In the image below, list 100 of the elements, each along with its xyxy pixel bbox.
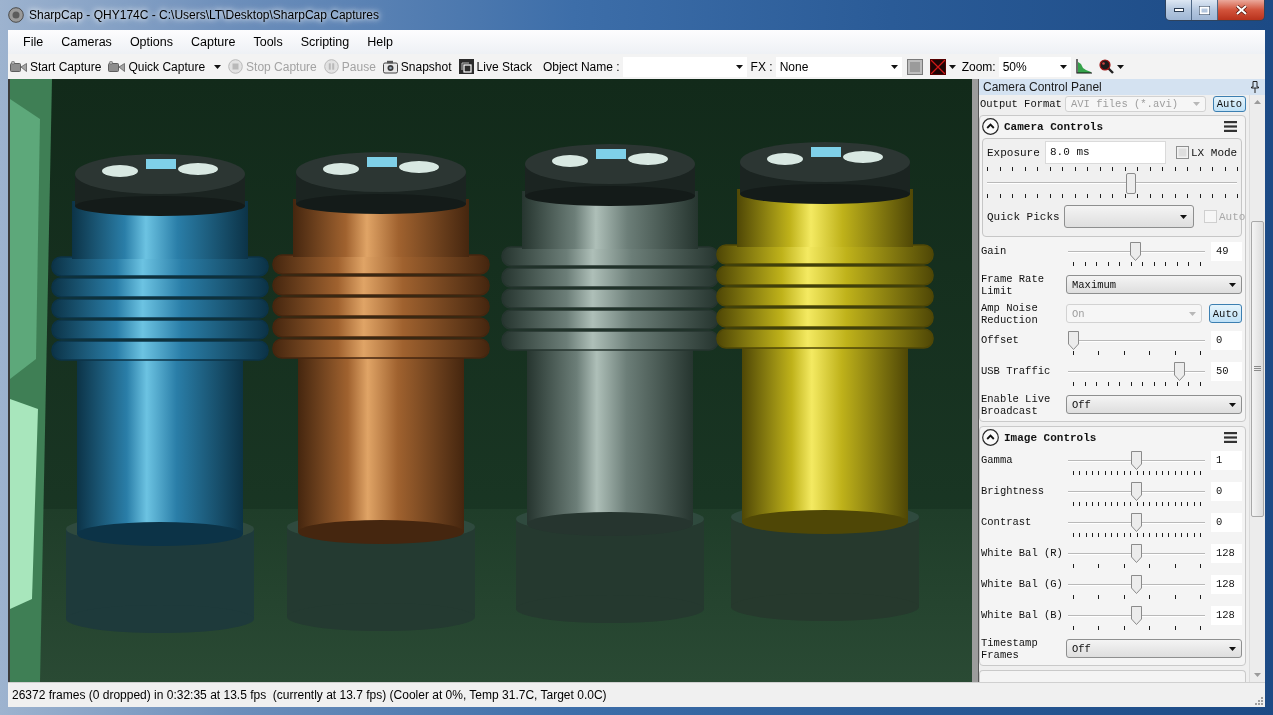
window-title: SharpCap - QHY174C - C:\Users\LT\Desktop\SharpCap Captures bbox=[29, 8, 379, 22]
slider-thumb[interactable] bbox=[1129, 242, 1141, 261]
resize-grip-icon[interactable] bbox=[1253, 695, 1263, 705]
stack-icon bbox=[458, 59, 474, 74]
close-button[interactable] bbox=[1218, 0, 1264, 20]
slider-track[interactable] bbox=[1068, 575, 1205, 594]
slider-thumb[interactable] bbox=[1131, 544, 1142, 563]
exposure-field[interactable]: 8.0 ms bbox=[1045, 141, 1166, 164]
menu-item[interactable]: Cameras bbox=[52, 32, 121, 52]
slider-thumb[interactable] bbox=[1173, 362, 1185, 381]
checkbox-label: Auto bbox=[1219, 210, 1246, 223]
dropdown[interactable]: Off bbox=[1066, 395, 1242, 414]
menu-icon[interactable] bbox=[1224, 432, 1237, 443]
value-field[interactable]: 0 bbox=[1211, 513, 1242, 532]
value-field[interactable]: 1 bbox=[1211, 451, 1242, 470]
menu-item[interactable]: Scripting bbox=[291, 32, 359, 52]
zoom-dropdown[interactable]: 50% bbox=[998, 56, 1071, 77]
object-name-field[interactable] bbox=[622, 56, 747, 77]
scroll-up-icon[interactable] bbox=[1254, 100, 1261, 104]
group-title: Image Controls bbox=[1004, 431, 1097, 444]
slider-thumb[interactable] bbox=[1131, 451, 1142, 470]
control-label: Frame Rate Limit bbox=[981, 272, 1045, 297]
value-field[interactable]: 50 bbox=[1211, 362, 1242, 381]
slider-thumb[interactable] bbox=[1068, 331, 1079, 350]
caret-icon bbox=[890, 64, 898, 69]
slider-track[interactable] bbox=[1068, 544, 1205, 563]
pin-icon[interactable] bbox=[1251, 81, 1259, 93]
slider-thumb[interactable] bbox=[1131, 513, 1142, 532]
swatch-icon bbox=[906, 58, 923, 75]
collapse-icon[interactable] bbox=[982, 429, 999, 446]
group-title: Camera Controls bbox=[1004, 120, 1104, 133]
control-label: USB Traffic bbox=[981, 364, 1052, 377]
slider-thumb[interactable] bbox=[1131, 606, 1142, 625]
control-label: Output Format bbox=[980, 98, 1063, 110]
value-field[interactable]: 128 bbox=[1211, 606, 1242, 625]
stop-icon bbox=[228, 59, 244, 74]
collapse-icon[interactable] bbox=[982, 118, 999, 135]
value-field[interactable]: 128 bbox=[1211, 544, 1242, 563]
caret-icon bbox=[1116, 64, 1124, 69]
toolbar-button[interactable]: Snapshot bbox=[382, 55, 454, 78]
close-icon bbox=[1235, 5, 1247, 15]
minimize-button[interactable] bbox=[1166, 0, 1192, 20]
dropdown[interactable]: Off bbox=[1066, 639, 1242, 658]
object-name-label: Object Name : bbox=[542, 59, 620, 74]
caret-icon bbox=[1229, 282, 1236, 287]
value-field[interactable]: 0 bbox=[1211, 331, 1242, 350]
toolbar-button[interactable]: Start Capture bbox=[10, 55, 104, 78]
menu-item[interactable]: Help bbox=[358, 32, 402, 52]
swatch-button[interactable] bbox=[904, 56, 925, 77]
scroll-down-icon[interactable] bbox=[1254, 673, 1261, 677]
caret-icon bbox=[1229, 646, 1236, 651]
slider-thumb[interactable] bbox=[1125, 173, 1136, 194]
slider-track[interactable] bbox=[1068, 331, 1205, 350]
toolbar-button[interactable]: Quick Capture bbox=[108, 55, 224, 78]
slider-thumb[interactable] bbox=[1131, 482, 1142, 501]
toolbar-button[interactable]: Live Stack bbox=[458, 55, 534, 78]
slider-track[interactable] bbox=[1068, 513, 1205, 532]
menu-item[interactable]: Capture bbox=[181, 32, 245, 52]
crossed-square-icon bbox=[929, 58, 946, 75]
scrollbar-thumb[interactable] bbox=[1251, 221, 1264, 517]
slider-track[interactable] bbox=[1068, 362, 1205, 381]
maximize-icon bbox=[1199, 5, 1210, 15]
auto-button[interactable]: Auto bbox=[1212, 96, 1246, 112]
caret-icon bbox=[1229, 402, 1236, 407]
video-camera-icon bbox=[10, 60, 27, 73]
slider-track[interactable] bbox=[987, 173, 1237, 194]
caret-icon bbox=[214, 64, 222, 69]
caret-icon bbox=[735, 64, 743, 69]
slider-track[interactable] bbox=[1068, 242, 1205, 261]
control-label: White Bal (B) bbox=[981, 608, 1064, 621]
value-field[interactable]: 0 bbox=[1211, 482, 1242, 501]
control-label: Gamma bbox=[981, 453, 1014, 466]
caret-icon bbox=[1192, 102, 1200, 106]
caret-icon bbox=[1188, 311, 1196, 316]
menu-item[interactable]: Options bbox=[120, 32, 182, 52]
status-text: 26372 frames (0 dropped) in 0:32:35 at 13.5 fps (currently at 13.7 fps) (Cooler at 0%, Temp 31.7C, Target 0.0C) bbox=[12, 688, 607, 702]
overlay-button[interactable] bbox=[927, 56, 958, 77]
control-label: White Bal (R) bbox=[981, 546, 1064, 559]
minimize-icon bbox=[1173, 8, 1184, 12]
control-label: Timestamp Frames bbox=[981, 636, 1039, 661]
slider-track[interactable] bbox=[1068, 451, 1205, 470]
fx-dropdown[interactable]: None bbox=[775, 56, 902, 77]
menu-item[interactable]: File bbox=[14, 32, 53, 52]
zoom-label: Zoom: bbox=[961, 59, 996, 74]
quick-picks-dropdown[interactable] bbox=[1064, 205, 1194, 228]
value-field[interactable]: 128 bbox=[1211, 575, 1242, 594]
control-label: Amp Noise Reduction bbox=[981, 301, 1039, 326]
caret-icon bbox=[1180, 214, 1187, 219]
histogram-button[interactable] bbox=[1073, 56, 1094, 77]
slider-track[interactable] bbox=[1068, 606, 1205, 625]
checkbox[interactable] bbox=[1176, 146, 1189, 159]
menu-item[interactable]: Tools bbox=[244, 32, 292, 52]
dropdown[interactable]: Maximum bbox=[1066, 275, 1242, 294]
menu-icon[interactable] bbox=[1224, 121, 1237, 132]
maximize-button[interactable] bbox=[1192, 0, 1218, 20]
exposure-label: Exposure bbox=[987, 146, 1041, 159]
magnifier-icon bbox=[1098, 59, 1114, 74]
slider-thumb[interactable] bbox=[1131, 575, 1142, 594]
value-field[interactable]: 49 bbox=[1211, 242, 1242, 261]
slider-track[interactable] bbox=[1068, 482, 1205, 501]
